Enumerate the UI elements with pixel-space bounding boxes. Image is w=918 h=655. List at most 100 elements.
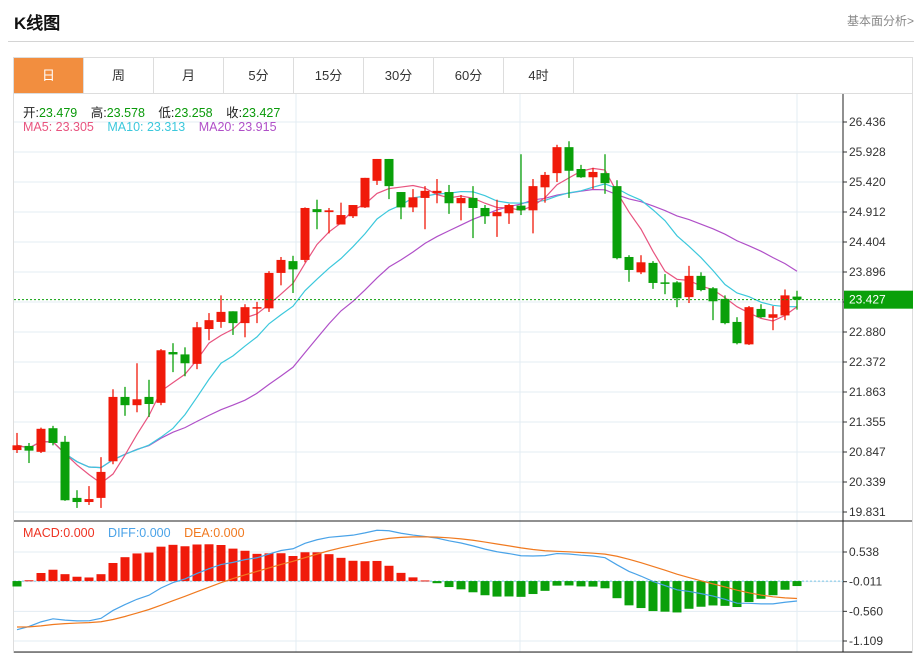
kline-chart[interactable]: 26.43625.92825.42024.91224.40423.89623.3… <box>0 0 918 655</box>
candle-body <box>216 311 226 322</box>
candle <box>348 205 358 219</box>
price-tick-label: 19.831 <box>849 505 886 519</box>
candle-body <box>456 197 466 204</box>
candle-body <box>228 311 238 324</box>
macd-tick-label: -0.560 <box>849 604 883 618</box>
candle-body <box>108 396 118 462</box>
macd-tick-label: 0.538 <box>849 545 879 559</box>
macd-bar <box>600 581 610 589</box>
high-label: 高: <box>90 106 107 120</box>
candle <box>48 425 58 446</box>
candle-body <box>180 354 190 364</box>
macd-bar <box>624 581 634 606</box>
candle <box>564 141 574 198</box>
macd-bar <box>132 553 142 582</box>
candle <box>672 281 682 308</box>
macd-bar <box>384 565 394 582</box>
macd-bar <box>720 581 730 606</box>
candle-body <box>660 282 670 284</box>
high-value: 23.578 <box>106 106 145 120</box>
ma20-line <box>16 188 798 469</box>
open-value: 23.479 <box>38 106 78 120</box>
candle <box>492 199 502 237</box>
macd-bar <box>336 557 346 582</box>
candle <box>168 343 178 373</box>
macd-bar <box>60 574 70 582</box>
candle <box>624 255 634 282</box>
ma-info: MA5: 23.305 MA10: 23.313 MA20: 23.915 <box>23 120 277 134</box>
candle-body <box>204 320 214 330</box>
candle <box>300 207 310 263</box>
macd-bar <box>24 580 34 582</box>
candle <box>708 287 718 321</box>
macd-bar <box>756 581 766 599</box>
candle <box>144 379 154 417</box>
candle-body <box>708 288 718 302</box>
candle-body <box>564 147 574 171</box>
price-tick-label: 20.339 <box>849 475 886 489</box>
candle <box>756 304 766 318</box>
macd-bar <box>144 552 154 582</box>
candle-body <box>168 352 178 355</box>
candle-body <box>288 261 298 270</box>
candle-body <box>132 399 142 406</box>
low-value: 23.258 <box>174 106 213 120</box>
candle-body <box>12 445 22 451</box>
macd-bar <box>156 546 166 582</box>
candle <box>192 321 202 370</box>
price-tick-label: 22.880 <box>849 325 886 339</box>
macd-bar <box>540 581 550 591</box>
macd-bar <box>108 562 118 582</box>
macd-bar <box>240 550 250 582</box>
macd-bar <box>420 580 430 582</box>
candle <box>600 154 610 194</box>
macd-bar <box>36 573 46 582</box>
candle <box>660 274 670 295</box>
candle <box>384 158 394 200</box>
price-tick-label: 21.355 <box>849 415 886 429</box>
diff-value: DIFF:0.000 <box>108 526 171 540</box>
candle-body <box>504 205 514 214</box>
candle-body <box>696 275 706 291</box>
candle <box>132 363 142 413</box>
candle-body <box>348 205 358 217</box>
macd-bar <box>636 581 646 609</box>
price-tick-label: 24.912 <box>849 205 886 219</box>
macd-bar <box>504 581 514 597</box>
price-tick-label: 20.847 <box>849 445 886 459</box>
candle <box>276 256 286 286</box>
close-label: 收: <box>226 106 243 120</box>
candle-body <box>588 171 598 178</box>
candle <box>396 192 406 220</box>
ma10-value: MA10: 23.313 <box>107 120 186 134</box>
macd-bar <box>348 560 358 582</box>
candle <box>312 199 322 230</box>
macd-bar <box>516 581 526 597</box>
candle-body <box>144 396 154 405</box>
macd-bar <box>780 581 790 590</box>
candle <box>156 349 166 406</box>
candle <box>432 179 442 204</box>
candle-body <box>756 308 766 318</box>
candle-body <box>576 169 586 178</box>
candle-body <box>264 272 274 309</box>
macd-bar <box>312 552 322 582</box>
candle <box>96 457 106 508</box>
candle <box>180 347 190 377</box>
candle-body <box>312 209 322 213</box>
candle-body <box>408 197 418 208</box>
candle-body <box>552 147 562 174</box>
macd-bar <box>396 572 406 582</box>
macd-bar <box>180 546 190 582</box>
candle-body <box>420 190 430 198</box>
candle-body <box>156 350 166 403</box>
macd-bar <box>192 544 202 582</box>
candle <box>528 179 538 234</box>
candle <box>444 184 454 214</box>
macd-bar <box>216 545 226 582</box>
open-label: 开: <box>23 106 39 120</box>
candle <box>768 305 778 331</box>
macd-bar <box>792 581 802 587</box>
price-tick-label: 22.372 <box>849 355 886 369</box>
candle <box>780 289 790 321</box>
